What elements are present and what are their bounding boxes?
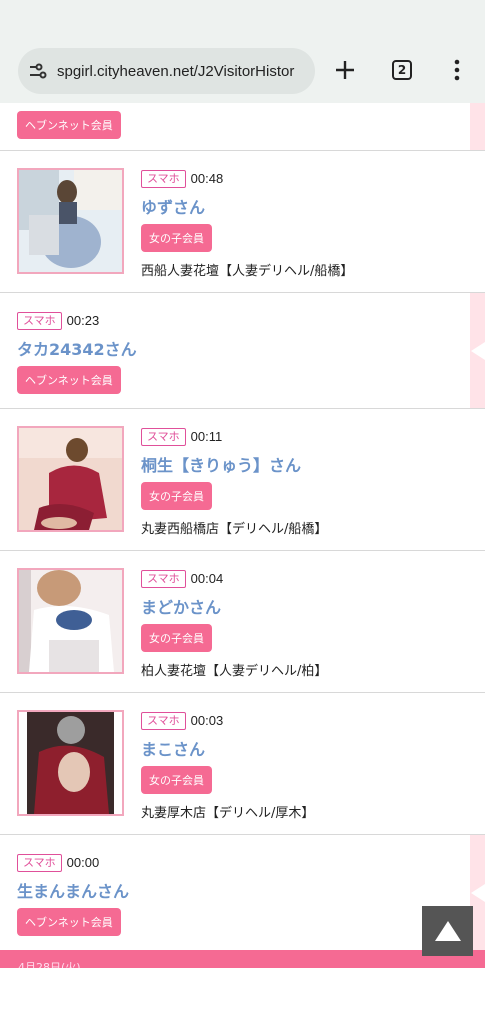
site-settings-icon[interactable] (27, 60, 49, 82)
url-text[interactable]: spgirl.cityheaven.net/J2VisitorHistor (57, 63, 307, 80)
browser-toolbar: spgirl.cityheaven.net/J2VisitorHistor 2 (0, 0, 485, 103)
member-type-badge: 女の子会員 (141, 623, 212, 652)
visit-time: 00:48 (190, 171, 224, 186)
profile-photo[interactable] (17, 710, 124, 816)
row-edge-marker (470, 103, 485, 150)
visit-time: 00:00 (66, 855, 100, 870)
member-type-badge: ヘブンネット会員 (17, 365, 121, 394)
visitor-name-link[interactable]: まどかさん (141, 594, 327, 618)
profile-photo[interactable] (17, 568, 124, 674)
date-header-text: 4月28日(火) (18, 961, 81, 968)
scroll-to-top-button[interactable] (422, 906, 473, 956)
visitor-name-link[interactable]: 桐生【きりゅう】さん (141, 452, 327, 476)
device-badge: スマホ (141, 711, 186, 730)
list-item[interactable]: スマホ 00:03 まこさん 女の子会員 丸妻厚木店【デリヘル/厚木】 (0, 693, 485, 835)
photo-image (19, 712, 122, 814)
profile-photo[interactable] (17, 426, 124, 532)
member-type-badge: ヘブンネット会員 (17, 111, 121, 139)
address-bar[interactable]: spgirl.cityheaven.net/J2VisitorHistor (18, 48, 315, 94)
list-item[interactable]: スマホ 00:11 桐生【きりゅう】さん 女の子会員 丸妻西船橋店【デリヘル/船橋… (0, 409, 485, 551)
list-item[interactable]: スマホ 00:23 タカ24342さん ヘブンネット会員 (0, 293, 485, 409)
arrow-up-icon (434, 921, 461, 941)
device-badge: スマホ (17, 311, 62, 330)
edge-notch (471, 884, 485, 902)
visitor-name-link[interactable]: まこさん (141, 736, 314, 760)
list-item[interactable]: スマホ 00:04 まどかさん 女の子会員 柏人妻花壇【人妻デリヘル/柏】 (0, 551, 485, 693)
list-item[interactable]: ヘブンネット会員 (0, 103, 485, 151)
visitor-name-link[interactable]: タカ24342さん (17, 336, 137, 360)
device-badge: スマホ (141, 427, 186, 446)
list-item[interactable]: スマホ 00:00 生まんまんさん ヘブンネット会員 (0, 835, 485, 951)
shop-name[interactable]: 西船人妻花壇【人妻デリヘル/船橋】 (141, 260, 353, 279)
list-item[interactable]: スマホ 00:48 ゆずさん 女の子会員 西船人妻花壇【人妻デリヘル/船橋】 (0, 151, 485, 293)
shop-name[interactable]: 柏人妻花壇【人妻デリヘル/柏】 (141, 660, 327, 679)
member-type-badge: 女の子会員 (141, 765, 212, 794)
visit-time: 00:04 (190, 571, 224, 586)
visit-time: 00:11 (190, 429, 223, 444)
device-badge: スマホ (141, 569, 186, 588)
shop-name[interactable]: 丸妻西船橋店【デリヘル/船橋】 (141, 518, 327, 537)
date-section-header: 4月28日(火) (0, 950, 485, 968)
new-tab-icon[interactable] (333, 58, 357, 82)
photo-image (19, 570, 122, 672)
member-type-badge: 女の子会員 (141, 223, 212, 252)
tab-count: 2 (397, 63, 407, 77)
shop-name[interactable]: 丸妻厚木店【デリヘル/厚木】 (141, 802, 314, 821)
visitor-name-link[interactable]: ゆずさん (141, 194, 353, 218)
member-type-badge: 女の子会員 (141, 481, 212, 510)
profile-photo[interactable] (17, 168, 124, 274)
member-type-badge: ヘブンネット会員 (17, 907, 121, 936)
edge-notch (471, 342, 485, 360)
visit-time: 00:23 (66, 313, 100, 328)
tab-switcher-icon[interactable]: 2 (392, 60, 412, 80)
visit-time: 00:03 (190, 713, 224, 728)
visitor-name-link[interactable]: 生まんまんさん (17, 878, 129, 902)
device-badge: スマホ (141, 169, 186, 188)
more-menu-icon[interactable] (446, 58, 468, 82)
photo-image (19, 170, 122, 272)
visitor-history-list: ヘブンネット会員 スマホ 00:48 ゆずさん 女の子会員 西船人妻花壇【人妻デリ… (0, 103, 485, 968)
photo-image (19, 428, 122, 530)
device-badge: スマホ (17, 853, 62, 872)
